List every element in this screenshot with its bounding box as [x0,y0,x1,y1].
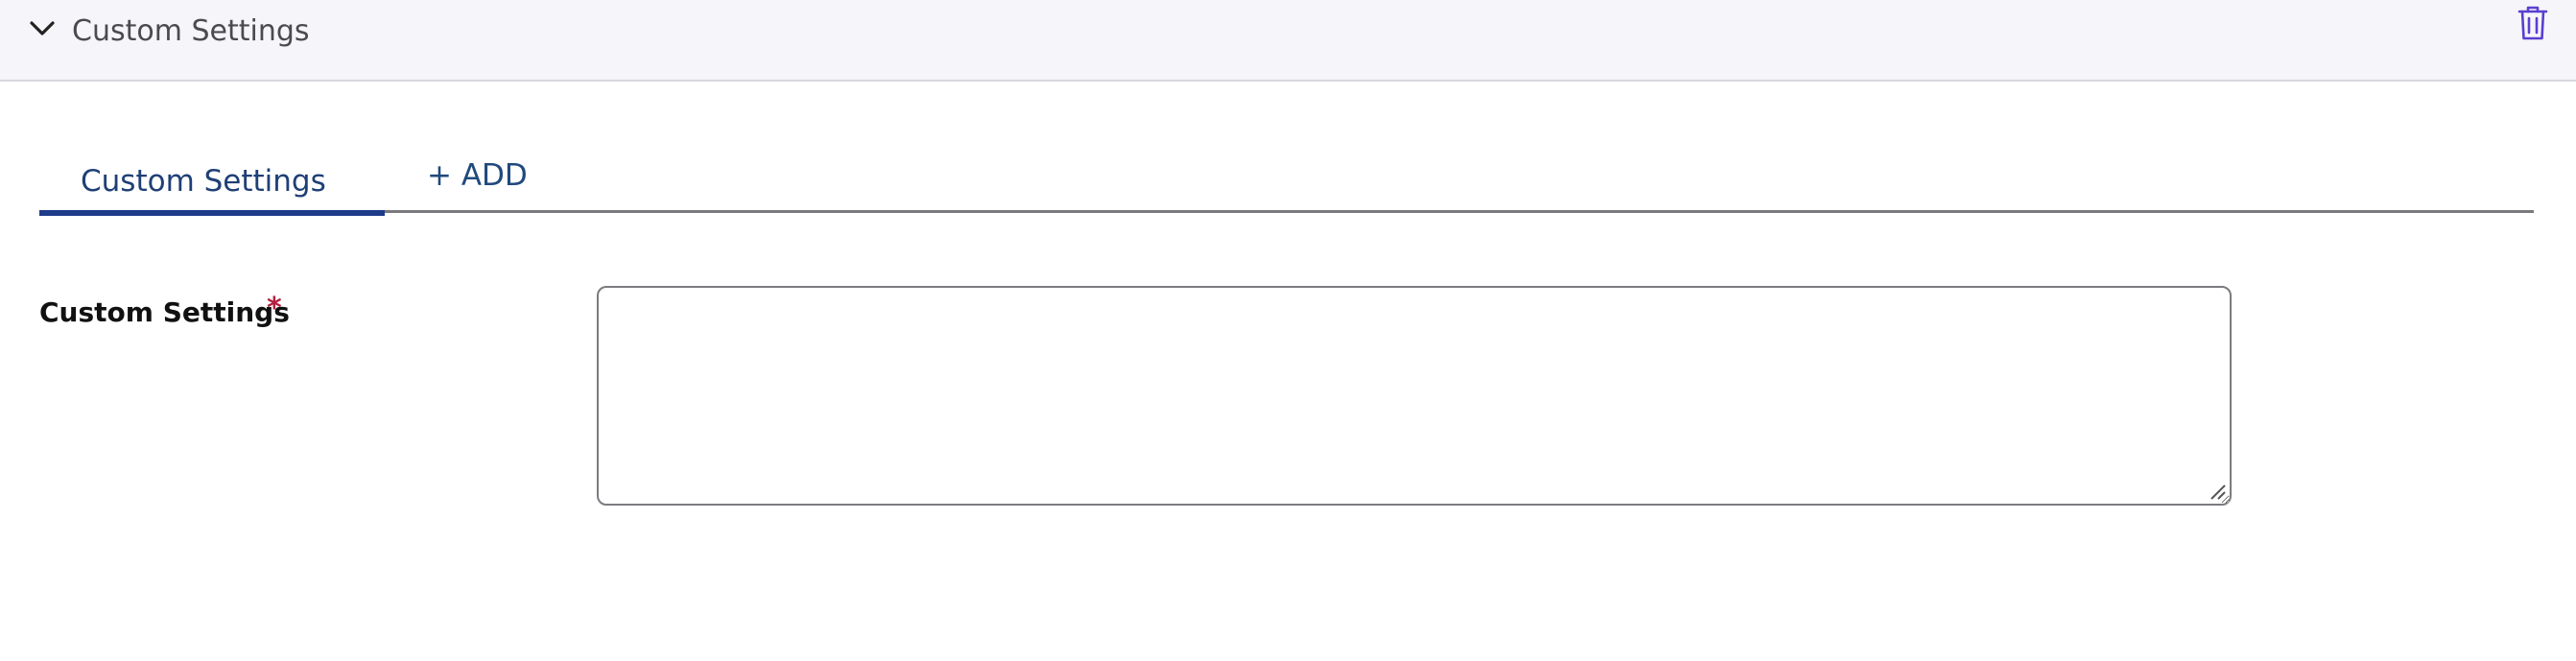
add-tab-button[interactable]: + ADD [427,144,571,213]
active-tab-indicator [39,210,385,216]
tab-bar: Custom Settings + ADD [39,144,2534,216]
add-tab-label: + ADD [427,158,528,193]
tab-label: Custom Settings [81,164,326,199]
section-title: Custom Settings [72,14,310,48]
custom-settings-page: Custom Settings Custom Settings + ADD Cu… [0,0,2576,661]
custom-settings-label: Custom Settings [39,296,290,328]
custom-settings-textarea[interactable] [597,286,2232,506]
trash-icon[interactable] [2516,4,2550,42]
custom-settings-field [597,286,2232,506]
chevron-down-icon[interactable] [27,13,58,44]
required-marker: * [267,292,282,325]
tab-custom-settings[interactable]: Custom Settings [39,144,385,216]
section-header[interactable]: Custom Settings [0,0,2576,82]
